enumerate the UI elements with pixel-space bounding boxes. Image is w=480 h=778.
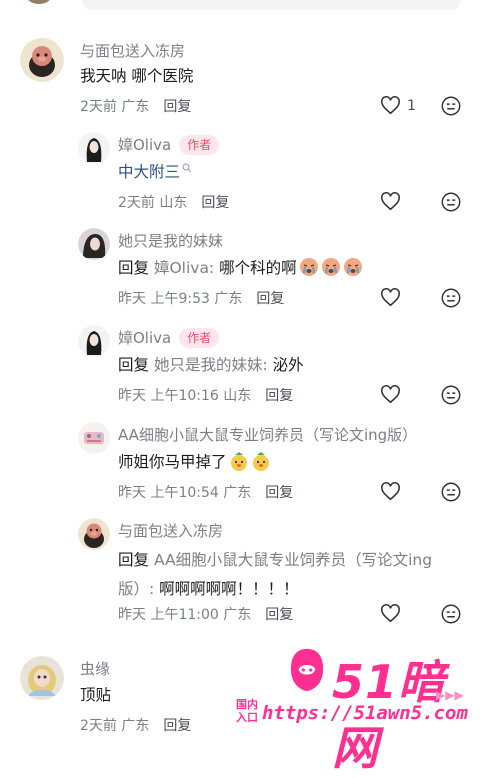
avatar[interactable]	[78, 132, 110, 164]
author-name[interactable]: 与面包送入冻房	[118, 520, 223, 541]
comment-author[interactable]: AA细胞小鼠大鼠专业饲养员（写论文ing版）	[118, 424, 417, 445]
comment-time: 昨天 上午9:53 广东	[118, 291, 243, 307]
like-button[interactable]	[380, 482, 401, 501]
heart-icon	[381, 192, 400, 211]
comment-input-edge[interactable]	[82, 0, 460, 10]
author-name[interactable]: 嫜Oliva	[118, 134, 171, 155]
avatar[interactable]	[78, 325, 110, 357]
avatar[interactable]	[20, 38, 64, 82]
reply-button[interactable]: 回复	[265, 482, 293, 502]
author-badge: 作者	[179, 134, 220, 155]
arrows-icon: ▶▶▶	[436, 688, 464, 702]
top-bar	[0, 0, 480, 16]
avatar[interactable]	[78, 422, 110, 454]
comment-time: 2天前 广东	[80, 99, 150, 115]
emoji-reaction-icon[interactable]	[440, 191, 462, 213]
comment-text: 师姐你马甲掉了	[118, 451, 271, 473]
crying-emoji-icon	[299, 258, 318, 276]
comment-author[interactable]: 嫜Oliva 作者	[118, 134, 220, 155]
like-button[interactable]	[380, 288, 401, 307]
comment-meta: 昨天 上午11:00 广东 回复	[118, 604, 293, 624]
comment-text: 中大附三	[118, 161, 192, 183]
comment-time: 昨天 上午10:54 广东	[118, 485, 252, 501]
comment-meta: 昨天 上午10:16 山东 回复	[118, 385, 293, 405]
reply-button[interactable]: 回复	[265, 604, 293, 624]
avatar[interactable]	[78, 518, 110, 550]
emoji-reaction-icon[interactable]	[440, 481, 462, 503]
heart-icon	[381, 482, 400, 501]
author-name[interactable]: 与面包送入冻房	[80, 40, 185, 61]
author-badge: 作者	[179, 327, 220, 348]
crying-emoji-icon	[343, 258, 362, 276]
comment-meta: 2天前 山东 回复	[118, 192, 229, 212]
heart-icon	[381, 96, 400, 115]
watermark-entry-label: 国内入口	[236, 698, 258, 724]
heart-icon	[381, 385, 400, 404]
like-button[interactable]	[380, 192, 401, 211]
watermark-url: https://51awn5.com	[262, 702, 468, 724]
comment-meta: 2天前 广东 回复	[80, 715, 191, 735]
emoji-reaction-icon[interactable]	[440, 384, 462, 406]
comment-author[interactable]: 与面包送入冻房	[80, 40, 185, 61]
comment-author[interactable]: 她只是我的妹妹	[118, 230, 223, 251]
emoji-reaction-icon[interactable]	[440, 287, 462, 309]
comment-meta: 2天前 广东 回复	[80, 96, 191, 116]
heart-icon	[381, 604, 400, 623]
emoji-reaction-icon[interactable]	[440, 95, 462, 117]
reply-button[interactable]: 回复	[256, 288, 284, 308]
comment-text: 回复 AA细胞小鼠大鼠专业饲养员（写论文ing版）: 啊啊啊啊啊！！！！	[118, 551, 433, 598]
watermark: 51暗网 ▶▶▶ 国内入口 https://51awn5.com	[236, 642, 476, 775]
like-button[interactable]	[380, 604, 401, 623]
reply-target[interactable]: 她只是我的妹妹:	[154, 356, 268, 374]
avatar[interactable]	[78, 228, 110, 260]
previous-avatar-edge	[24, 0, 54, 4]
author-name[interactable]: 她只是我的妹妹	[118, 230, 223, 251]
comment-text: 回复 嫜Oliva: 哪个科的啊	[118, 257, 363, 279]
comment-time: 昨天 上午10:16 山东	[118, 388, 252, 404]
comment-time: 昨天 上午11:00 广东	[118, 607, 252, 623]
comment-meta: 昨天 上午9:53 广东 回复	[118, 288, 284, 308]
author-name[interactable]: AA细胞小鼠大鼠专业饲养员（写论文ing版）	[118, 424, 417, 445]
comment-time: 2天前 广东	[80, 718, 150, 734]
reply-button[interactable]: 回复	[163, 715, 191, 735]
comment-text: 我天呐 哪个医院	[80, 67, 194, 85]
comment-text: 回复 她只是我的妹妹: 泌外	[118, 356, 304, 374]
heart-icon	[381, 288, 400, 307]
emoji-reaction-icon[interactable]	[440, 603, 462, 625]
comment-time: 2天前 山东	[118, 195, 188, 211]
author-name[interactable]: 虫缘	[80, 658, 110, 679]
pineapple-emoji-icon	[230, 452, 247, 471]
reply-target[interactable]: 嫜Oliva:	[154, 259, 214, 277]
comment-author[interactable]: 虫缘	[80, 658, 110, 679]
pineapple-emoji-icon	[252, 452, 269, 471]
like-button[interactable]	[380, 385, 401, 404]
author-name[interactable]: 嫜Oliva	[118, 327, 171, 348]
search-link[interactable]: 中大附三	[118, 163, 180, 181]
reply-button[interactable]: 回复	[265, 385, 293, 405]
crying-emoji-icon	[321, 258, 340, 276]
search-icon	[182, 163, 192, 173]
comment-text: 顶贴	[80, 686, 112, 704]
comment-meta: 昨天 上午10:54 广东 回复	[118, 482, 293, 502]
comment-author[interactable]: 与面包送入冻房	[118, 520, 223, 541]
like-button[interactable]: 1	[380, 96, 416, 115]
hooded-figure-logo-icon	[290, 648, 324, 692]
comment-author[interactable]: 嫜Oliva 作者	[118, 327, 220, 348]
reply-button[interactable]: 回复	[163, 96, 191, 116]
avatar[interactable]	[20, 656, 64, 700]
like-count: 1	[407, 97, 416, 114]
reply-button[interactable]: 回复	[201, 192, 229, 212]
